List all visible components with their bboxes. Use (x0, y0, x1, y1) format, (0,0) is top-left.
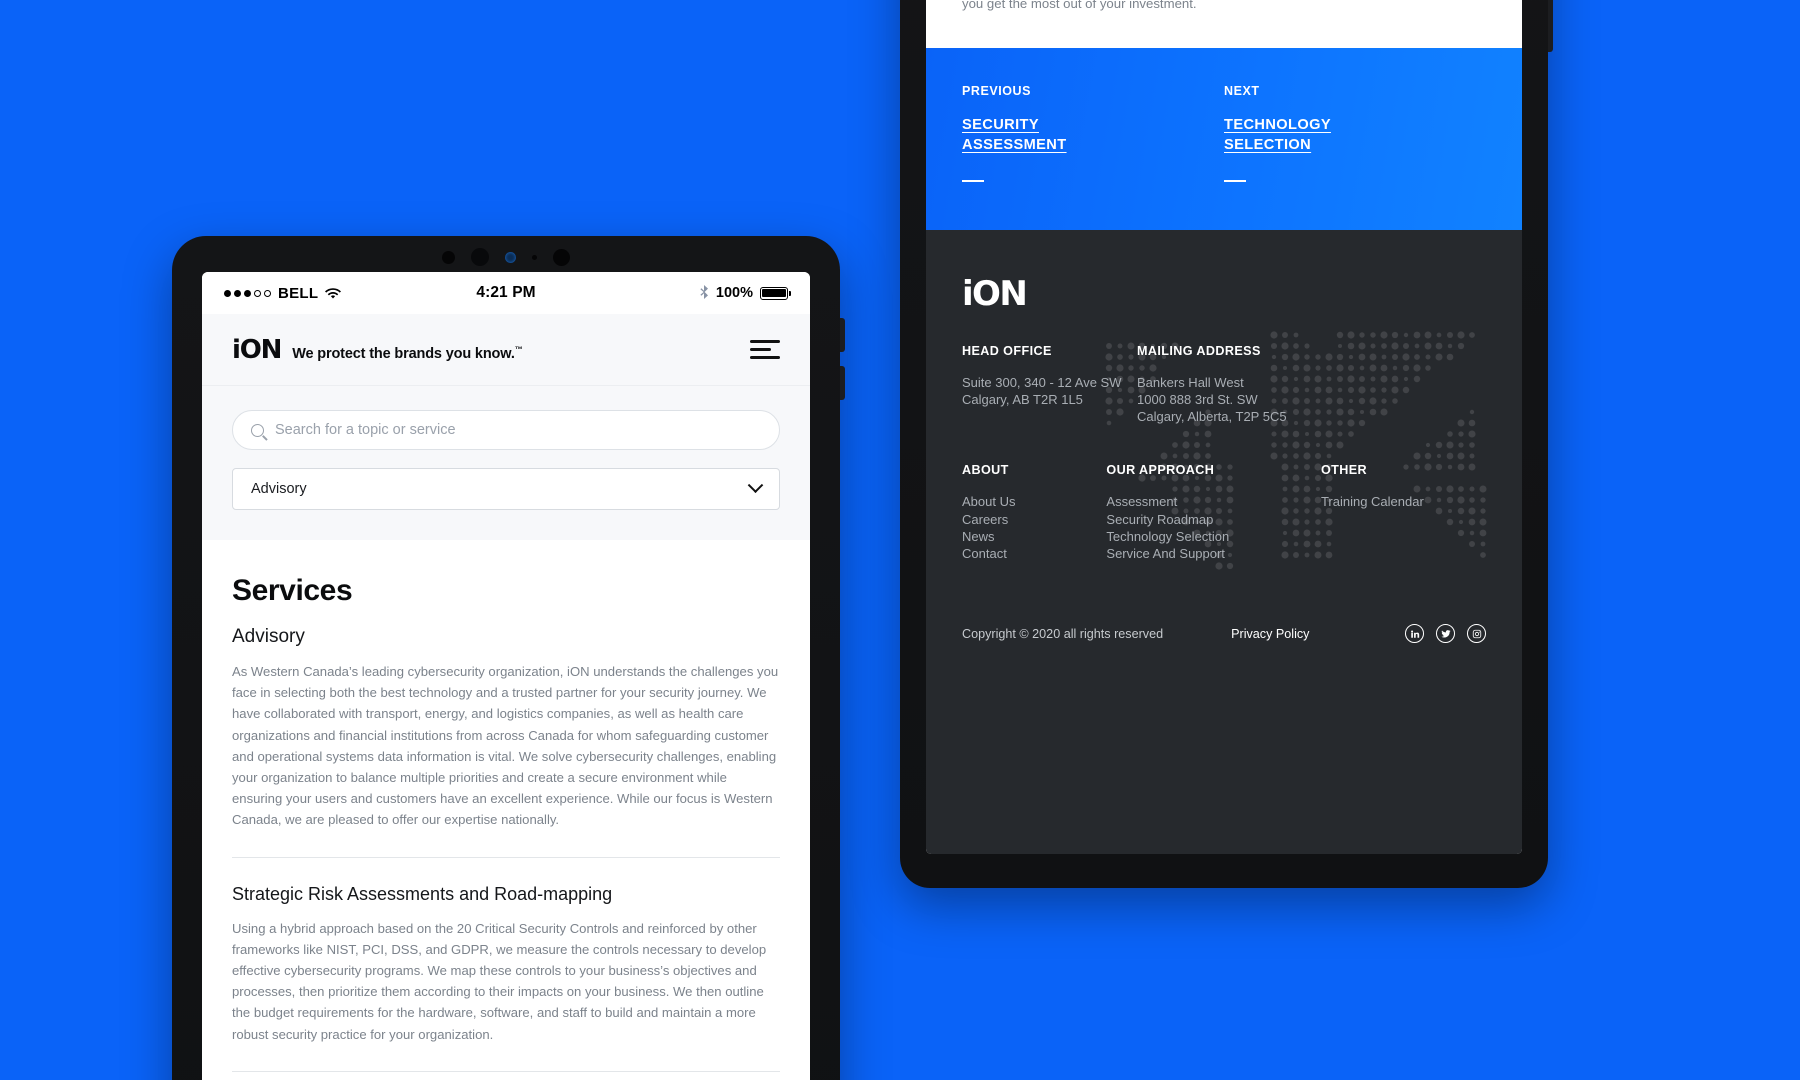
footer-link[interactable]: About Us (962, 493, 1106, 510)
carrier-label: BELL (278, 284, 319, 302)
column-links: Training Calendar (1321, 493, 1486, 510)
footer-link[interactable]: Service And Support (1106, 545, 1321, 562)
footer-link[interactable]: Security Roadmap (1106, 511, 1321, 528)
footer-ion-logo[interactable]: iON (962, 274, 1486, 314)
pager-previous: PREVIOUS SECURITY ASSESSMENT (962, 84, 1224, 182)
right-tablet-screen: BELL 4:21 PM 100% Finally, we provide yo… (926, 0, 1522, 854)
page-background: BELL 4:21 PM 100% iON We protect the bra… (0, 0, 1800, 1080)
social-links (1405, 624, 1486, 644)
linkedin-icon[interactable] (1405, 624, 1424, 644)
hamburger-menu-icon[interactable] (750, 340, 780, 359)
pager-previous-dash (962, 179, 984, 182)
address-line: 1000 888 3rd St. SW (1137, 391, 1258, 407)
battery-percent-label: 100% (715, 285, 753, 301)
status-bar-left: BELL (224, 285, 476, 302)
pager-next: NEXT TECHNOLOGY SELECTION (1224, 84, 1486, 182)
section-body-advisory: As Western Canada’s leading cybersecurit… (232, 664, 779, 828)
pager-nav: PREVIOUS SECURITY ASSESSMENT NEXT TECHNO… (926, 48, 1522, 230)
search-filter-zone: Search for a topic or service Advisory (202, 386, 810, 540)
clock-label: 4:21 PM (476, 284, 536, 301)
pager-next-kicker: NEXT (1224, 84, 1260, 99)
column-links: About Us Careers News Contact (962, 493, 1106, 562)
trademark-symbol: ™ (514, 344, 523, 354)
brand-tagline: We protect the brands you know.™ (292, 344, 523, 362)
footer-link[interactable]: Training Calendar (1321, 493, 1486, 510)
pager-previous-kicker: PREVIOUS (962, 84, 1031, 99)
pager-next-link[interactable]: TECHNOLOGY SELECTION (1224, 116, 1374, 155)
article-tail: Finally, we provide you with a plan for … (926, 0, 1522, 49)
status-bar-right: 100% (536, 284, 791, 302)
column-heading: ABOUT (962, 463, 1009, 478)
footer-mailing-address: MAILING ADDRESS Bankers Hall West 1000 8… (1137, 344, 1397, 426)
search-placeholder: Search for a topic or service (275, 422, 456, 438)
right-tablet-device: BELL 4:21 PM 100% Finally, we provide yo… (900, 0, 1553, 888)
left-tablet-screen: BELL 4:21 PM 100% iON We protect the bra… (202, 272, 810, 1080)
pager-next-dash (1224, 179, 1246, 182)
divider (232, 856, 780, 858)
dropdown-selected-value: Advisory (251, 481, 307, 497)
mailing-address-lines: Bankers Hall West 1000 888 3rd St. SW Ca… (1137, 374, 1397, 426)
column-heading: OTHER (1320, 463, 1368, 478)
address-line: Suite 300, 340 - 12 Ave SW (962, 374, 1122, 390)
volume-up-button[interactable] (840, 318, 845, 352)
search-input[interactable]: Search for a topic or service (232, 410, 780, 450)
divider (232, 1070, 780, 1072)
chevron-down-icon (747, 476, 764, 493)
category-dropdown[interactable]: Advisory (232, 468, 780, 510)
pager-previous-link[interactable]: SECURITY ASSESSMENT (962, 116, 1112, 155)
address-line: Calgary, AB T2R 1L5 (962, 391, 1083, 407)
camera-lens (471, 248, 489, 266)
column-links: Assessment Security Roadmap Technology S… (1106, 493, 1321, 562)
section-heading-strategic-risk: Strategic Risk Assessments and Road-mapp… (232, 883, 613, 904)
address-line: Bankers Hall West (1137, 374, 1244, 390)
column-heading: OUR APPROACH (1106, 463, 1215, 478)
search-icon (251, 423, 264, 437)
footer-column-about: ABOUT About Us Careers News Contact (962, 463, 1106, 562)
page-title: Services (232, 574, 353, 607)
status-bar: BELL 4:21 PM 100% (202, 272, 810, 314)
volume-down-button[interactable] (840, 366, 845, 400)
signal-strength-icon (224, 289, 271, 297)
services-content: Services Advisory As Western Canada’s le… (202, 540, 810, 1080)
front-camera-cluster (442, 248, 570, 266)
mailing-address-heading: MAILING ADDRESS (1137, 343, 1261, 358)
bluetooth-icon (700, 284, 709, 302)
footer-link[interactable]: Assessment (1106, 493, 1321, 510)
footer-link[interactable]: Technology Selection (1106, 528, 1321, 545)
volume-down-button[interactable] (1548, 0, 1553, 52)
site-header: iON We protect the brands you know.™ (202, 314, 810, 386)
head-office-heading: HEAD OFFICE (962, 343, 1052, 358)
footer-link[interactable]: Careers (962, 511, 1106, 528)
footer-link[interactable]: Contact (962, 545, 1106, 562)
twitter-icon[interactable] (1436, 624, 1455, 644)
wifi-icon (325, 287, 342, 299)
footer-addresses: HEAD OFFICE Suite 300, 340 - 12 Ave SW C… (962, 344, 1486, 426)
battery-icon (760, 286, 791, 300)
copyright-text: Copyright © 2020 all rights reserved (962, 626, 1164, 641)
section-body-strategic-risk: Using a hybrid approach based on the 20 … (232, 920, 767, 1042)
brand-lockup: iON We protect the brands you know.™ (232, 335, 523, 365)
address-line: Calgary, Alberta, T2P 5C5 (1137, 409, 1287, 425)
privacy-policy-link[interactable]: Privacy Policy (1231, 627, 1309, 641)
left-tablet-device: BELL 4:21 PM 100% iON We protect the bra… (172, 236, 845, 1080)
ir-sensor (505, 251, 516, 263)
mic-dot (532, 254, 537, 260)
instagram-icon[interactable] (1467, 624, 1486, 644)
footer-head-office: HEAD OFFICE Suite 300, 340 - 12 Ave SW C… (962, 344, 1137, 426)
article-paragraph: Finally, we provide you with a plan for … (962, 0, 1197, 11)
camera-lens-secondary (553, 248, 570, 266)
footer-bottom-bar: Copyright © 2020 all rights reserved Pri… (962, 624, 1486, 671)
footer-column-our-approach: OUR APPROACH Assessment Security Roadmap… (1106, 463, 1321, 562)
footer-inner: iON HEAD OFFICE Suite 300, 340 - 12 Ave … (962, 274, 1486, 672)
sensor-dot (442, 250, 455, 264)
section-heading-advisory: Advisory (232, 626, 305, 647)
footer-link[interactable]: News (962, 528, 1106, 545)
ion-logo[interactable]: iON (232, 335, 282, 365)
head-office-lines: Suite 300, 340 - 12 Ave SW Calgary, AB T… (962, 374, 1137, 409)
tagline-text: We protect the brands you know. (292, 345, 515, 362)
footer-link-columns: ABOUT About Us Careers News Contact OUR … (962, 463, 1486, 562)
site-footer: iON HEAD OFFICE Suite 300, 340 - 12 Ave … (926, 229, 1522, 854)
footer-column-other: OTHER Training Calendar (1321, 463, 1486, 562)
